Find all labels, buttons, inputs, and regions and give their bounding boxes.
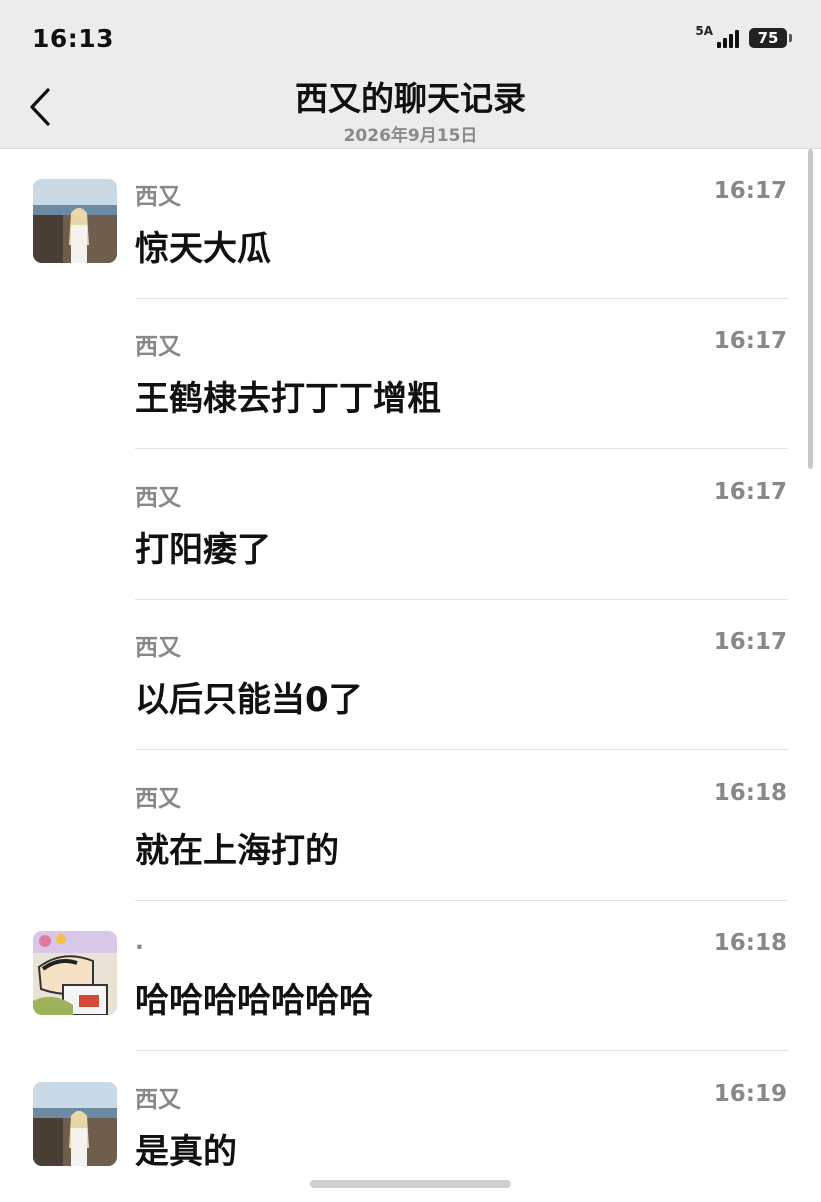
sender-name: 西又 xyxy=(135,485,181,511)
sender-name: 西又 xyxy=(135,184,181,210)
message-row[interactable]: 西又 16:17 王鹤棣去打丁丁增粗 xyxy=(0,299,821,449)
battery-level: 75 xyxy=(757,28,779,47)
status-indicators: 5A 75 xyxy=(695,24,792,52)
girl-photo-avatar[interactable] xyxy=(33,1082,117,1166)
message-row[interactable]: . 16:18 哈哈哈哈哈哈哈 xyxy=(0,901,821,1051)
cartoon-avatar[interactable] xyxy=(33,931,117,1015)
scrollbar[interactable] xyxy=(808,149,813,469)
home-indicator[interactable] xyxy=(310,1180,511,1188)
sender-name: 西又 xyxy=(135,635,181,661)
signal-icon xyxy=(715,28,739,48)
message-time: 16:18 xyxy=(713,930,787,956)
message-time: 16:18 xyxy=(713,780,787,806)
chat-history-header: 16:13 5A 75 西又的聊天记录 2026年9月15日 xyxy=(0,0,821,149)
message-text: 打阳痿了 xyxy=(135,530,271,570)
page-subtitle-date: 2026年9月15日 xyxy=(343,126,478,146)
message-text: 以后只能当0了 xyxy=(135,680,363,720)
message-text: 就在上海打的 xyxy=(135,831,339,871)
sender-name: . xyxy=(135,929,144,955)
message-time: 16:17 xyxy=(713,479,787,505)
message-row[interactable]: 西又 16:17 打阳痿了 xyxy=(0,450,821,600)
message-time: 16:17 xyxy=(713,328,787,354)
message-text: 惊天大瓜 xyxy=(135,229,271,269)
message-time: 16:19 xyxy=(713,1081,787,1107)
message-list[interactable]: 西又 16:17 惊天大瓜 西又 16:17 王鹤棣去打丁丁增粗 西又 16:1… xyxy=(0,149,821,1200)
battery-icon: 75 xyxy=(749,28,792,48)
divider xyxy=(135,1050,788,1051)
divider xyxy=(135,448,788,449)
sender-name: 西又 xyxy=(135,1087,181,1113)
message-text: 哈哈哈哈哈哈哈 xyxy=(135,981,373,1021)
page-title: 西又的聊天记录 xyxy=(295,79,526,118)
message-time: 16:17 xyxy=(713,178,787,204)
message-text: 王鹤棣去打丁丁增粗 xyxy=(135,379,441,419)
network-type-label: 5A xyxy=(695,24,713,38)
status-time: 16:13 xyxy=(32,24,115,53)
girl-photo-avatar[interactable] xyxy=(33,179,117,263)
message-row[interactable]: 西又 16:17 以后只能当0了 xyxy=(0,600,821,750)
message-row[interactable]: 西又 16:18 就在上海打的 xyxy=(0,751,821,901)
divider xyxy=(135,749,788,750)
sender-name: 西又 xyxy=(135,786,181,812)
sender-name: 西又 xyxy=(135,334,181,360)
message-row[interactable]: 西又 16:17 惊天大瓜 xyxy=(0,149,821,299)
message-time: 16:17 xyxy=(713,629,787,655)
message-text: 是真的 xyxy=(135,1132,237,1172)
